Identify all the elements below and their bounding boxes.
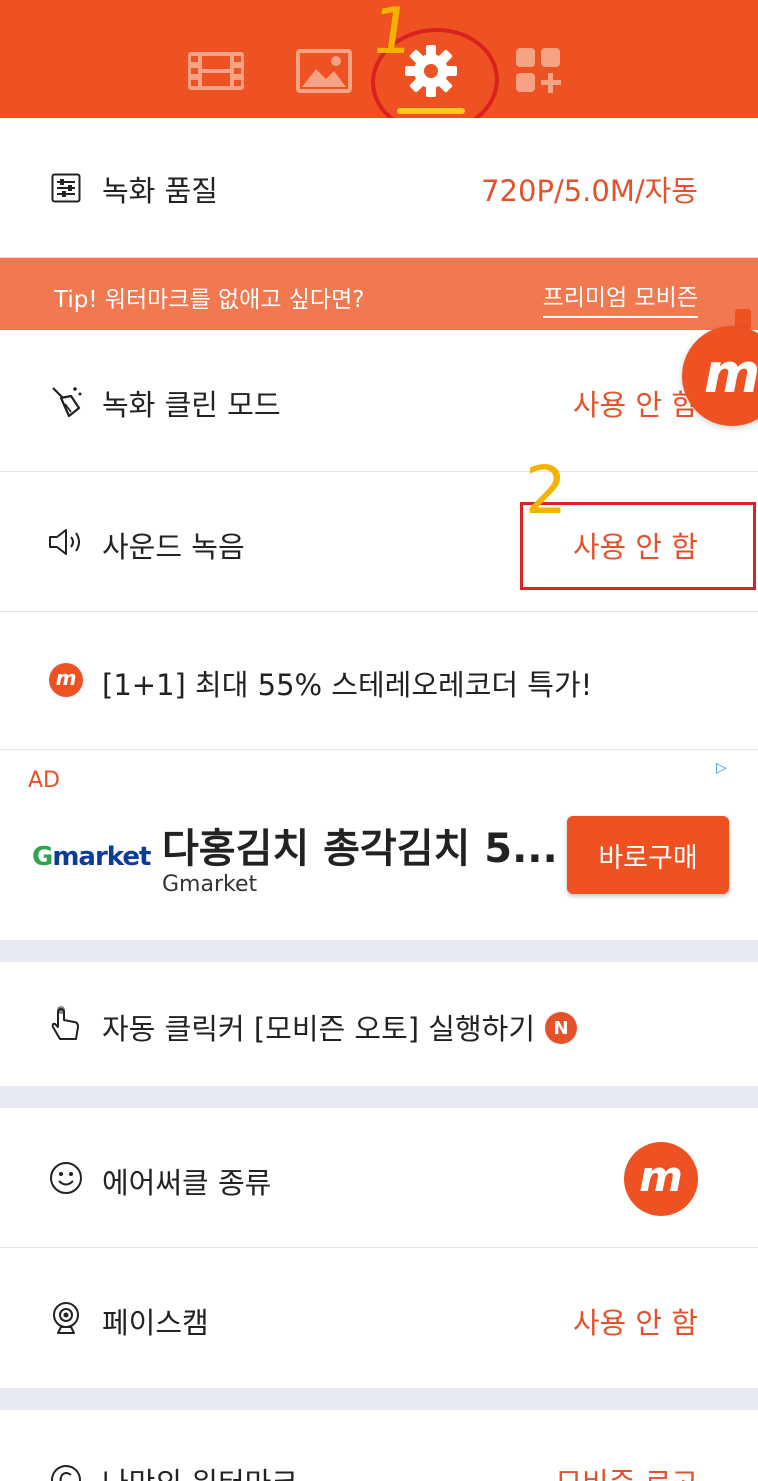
- gmarket-logo-g: G: [32, 842, 53, 872]
- film-icon: [188, 52, 244, 90]
- webcam-icon: [48, 1300, 84, 1336]
- tab-image[interactable]: [296, 46, 352, 96]
- gmarket-logo-rest: market: [52, 842, 151, 872]
- apps-add-icon: [516, 48, 561, 93]
- ad-headline: 다홍김치 총각김치 5...: [162, 826, 558, 872]
- smiley-icon: [48, 1160, 84, 1196]
- tip-text: Tip! 워터마크를 없애고 싶다면?: [54, 287, 365, 313]
- gmarket-logo: Gmarket: [32, 842, 151, 872]
- image-icon: [296, 49, 352, 93]
- ad-label: AD: [28, 768, 60, 793]
- sliders-icon: [48, 170, 84, 206]
- sound-recording-label: 사운드 녹음: [102, 530, 245, 564]
- facecam-label: 페이스캠: [102, 1306, 209, 1340]
- aircircle-label: 에어써클 종류: [102, 1166, 272, 1200]
- new-badge: N: [545, 1012, 578, 1044]
- auto-clicker-label-wrap: 자동 클릭커 [모비즌 오토] 실행하기 N: [102, 1006, 578, 1048]
- setting-row-clean-mode[interactable]: 녹화 클린 모드 사용 안 함: [0, 330, 758, 472]
- facecam-value: 사용 안 함: [572, 1306, 698, 1340]
- ad-banner[interactable]: AD ▷ Gmarket 다홍김치 총각김치 5... Gmarket 바로구매: [0, 750, 758, 940]
- aircircle-mobizen-logo: m: [624, 1142, 698, 1216]
- clean-mode-label: 녹화 클린 모드: [102, 388, 281, 422]
- annotation-number-2: 2: [525, 452, 567, 529]
- setting-row-facecam[interactable]: 페이스캠 사용 안 함: [0, 1248, 758, 1388]
- promo-row-stereo-recorder[interactable]: m [1+1] 최대 55% 스테레오레코더 특가!: [0, 612, 758, 750]
- premium-mobizen-link[interactable]: 프리미엄 모비즌: [542, 278, 698, 318]
- mobizen-small-letter: m: [55, 666, 77, 690]
- promo-label: [1+1] 최대 55% 스테레오레코더 특가!: [102, 668, 593, 702]
- copyright-icon: [48, 1462, 84, 1481]
- recording-quality-value: 720P/5.0M/자동: [481, 174, 698, 208]
- watermark-value: 모비즌 로고: [555, 1460, 698, 1481]
- mobizen-small-icon: m: [48, 662, 84, 698]
- tab-video[interactable]: [188, 46, 244, 96]
- auto-clicker-row[interactable]: 자동 클릭커 [모비즌 오토] 실행하기 N: [0, 962, 758, 1086]
- tap-hand-icon: [48, 1006, 84, 1042]
- setting-row-recording-quality[interactable]: 녹화 품질 720P/5.0M/자동: [0, 118, 758, 258]
- clean-mode-value: 사용 안 함: [572, 388, 698, 422]
- recording-quality-label: 녹화 품질: [102, 174, 218, 208]
- section-divider: [0, 940, 758, 962]
- aircircle-logo-letter: m: [639, 1151, 683, 1201]
- tab-tools[interactable]: [511, 46, 567, 96]
- speaker-icon: [48, 524, 84, 560]
- watermark-label: 나만의 워터마크: [102, 1460, 298, 1481]
- broom-icon: [48, 383, 84, 419]
- setting-row-watermark[interactable]: 나만의 워터마크 모비즌 로고: [0, 1410, 758, 1481]
- watermark-tip-bar: Tip! 워터마크를 없애고 싶다면? 프리미엄 모비즌: [0, 258, 758, 330]
- setting-row-aircircle[interactable]: 에어써클 종류 m: [0, 1108, 758, 1248]
- ad-advertiser: Gmarket: [162, 872, 258, 897]
- auto-clicker-label: 자동 클릭커 [모비즌 오토] 실행하기: [102, 1012, 536, 1046]
- section-divider: [0, 1086, 758, 1108]
- ad-buy-now-button[interactable]: 바로구매: [567, 816, 729, 894]
- ad-choices-icon[interactable]: ▷: [716, 760, 727, 776]
- section-divider: [0, 1388, 758, 1410]
- mobizen-logo-icon: m: [703, 341, 758, 405]
